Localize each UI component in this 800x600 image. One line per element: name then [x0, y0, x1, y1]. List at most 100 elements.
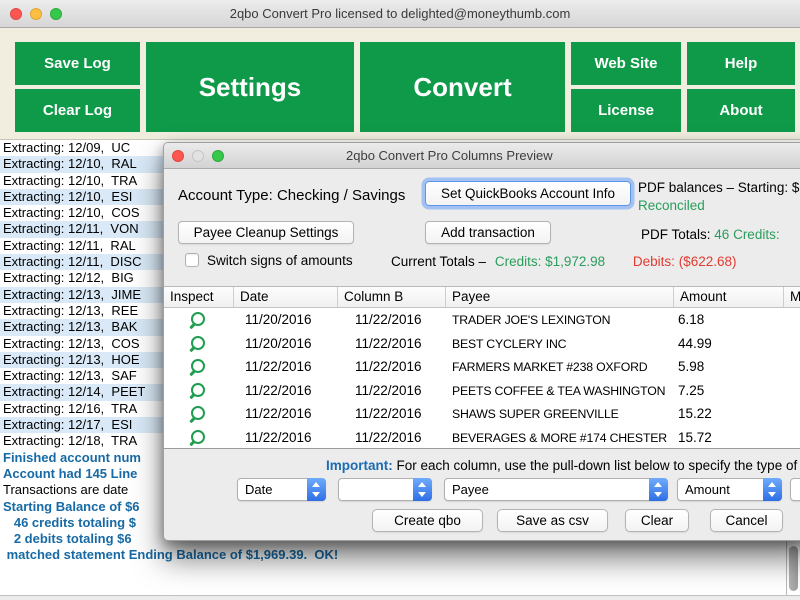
- dropdown-memo[interactable]: [790, 478, 800, 501]
- account-type-label: Account Type: Checking / Savings: [178, 187, 405, 204]
- dropdown-amount[interactable]: Amount: [677, 478, 782, 501]
- important-label: Important:: [326, 458, 393, 473]
- important-text: For each column, use the pull-down list …: [393, 458, 800, 473]
- main-window-titlebar: 2qbo Convert Pro licensed to delighted@m…: [0, 0, 800, 28]
- license-button[interactable]: License: [571, 89, 681, 132]
- cell-date: 11/20/2016: [245, 336, 312, 351]
- clear-log-button[interactable]: Clear Log: [15, 89, 140, 132]
- cell-payee: BEST CYCLERY INC: [452, 337, 566, 351]
- inspect-magnifier-icon[interactable]: [191, 430, 205, 444]
- cell-payee: PEETS COFFEE & TEA WASHINGTON: [452, 384, 665, 398]
- save-as-csv-button[interactable]: Save as csv: [497, 509, 608, 532]
- cell-column-b: 11/22/2016: [355, 336, 422, 351]
- column-header-payee: Payee: [446, 287, 674, 307]
- zoom-icon[interactable]: [212, 150, 224, 162]
- table-row[interactable]: 11/22/2016 11/22/2016 FARMERS MARKET #238 …: [164, 355, 800, 379]
- main-window-title: 2qbo Convert Pro licensed to delighted@m…: [0, 6, 800, 21]
- pdf-balances-label: PDF balances – Starting: $61: [638, 180, 800, 195]
- convert-button[interactable]: Convert: [360, 42, 565, 132]
- add-transaction-button[interactable]: Add transaction: [425, 221, 551, 244]
- transactions-table: InspectDateColumn BPayeeAmountM 11/20/20…: [164, 286, 800, 449]
- cancel-button[interactable]: Cancel: [710, 509, 783, 532]
- cell-payee: TRADER JOE'S LEXINGTON: [452, 313, 610, 327]
- cell-amount: 6.18: [678, 312, 704, 327]
- cell-column-b: 11/22/2016: [355, 383, 422, 398]
- cell-amount: 15.22: [678, 406, 712, 421]
- close-icon[interactable]: [172, 150, 184, 162]
- dropdown-date[interactable]: Date: [237, 478, 326, 501]
- help-button[interactable]: Help: [687, 42, 795, 85]
- cell-date: 11/22/2016: [245, 383, 312, 398]
- cell-amount: 7.25: [678, 383, 704, 398]
- cell-column-b: 11/22/2016: [355, 359, 422, 374]
- web-site-button[interactable]: Web Site: [571, 42, 681, 85]
- table-body: 11/20/2016 11/22/2016 TRADER JOE'S LEXINGT…: [164, 308, 800, 449]
- table-row[interactable]: 11/20/2016 11/22/2016 TRADER JOE'S LEXINGT…: [164, 308, 800, 332]
- cell-payee: SHAWS SUPER GREENVILLE: [452, 407, 619, 421]
- screen: 2qbo Convert Pro licensed to delighted@m…: [0, 0, 800, 600]
- cell-amount: 44.99: [678, 336, 712, 351]
- table-header: InspectDateColumn BPayeeAmountM: [164, 287, 800, 308]
- table-row[interactable]: 11/22/2016 11/22/2016 SHAWS SUPER GREENVIL…: [164, 402, 800, 426]
- cell-column-b: 11/22/2016: [355, 430, 422, 445]
- switch-signs-checkbox[interactable]: [185, 253, 199, 267]
- settings-button[interactable]: Settings: [146, 42, 354, 132]
- cell-payee: BEVERAGES & MORE #174 CHESTER: [452, 431, 667, 445]
- switch-signs-label: Switch signs of amounts: [207, 253, 353, 268]
- table-row[interactable]: 11/22/2016 11/22/2016 BEVERAGES & MORE #17…: [164, 426, 800, 450]
- cell-date: 11/22/2016: [245, 430, 312, 445]
- chevron-up-down-icon: [413, 478, 432, 501]
- column-header-amount: Amount: [674, 287, 784, 307]
- inspect-magnifier-icon[interactable]: [191, 406, 205, 420]
- window-bottom-edge: [0, 595, 800, 600]
- scrollbar-divider: [786, 541, 787, 596]
- set-quickbooks-account-info-button[interactable]: Set QuickBooks Account Info: [425, 181, 631, 206]
- column-header-column-b: Column B: [338, 287, 446, 307]
- inspect-magnifier-icon[interactable]: [191, 383, 205, 397]
- chevron-up-down-icon: [307, 478, 326, 501]
- inspect-magnifier-icon[interactable]: [191, 336, 205, 350]
- pdf-totals-line: PDF Totals: 46 Credits:: [641, 227, 780, 242]
- table-row[interactable]: 11/22/2016 11/22/2016 PEETS COFFEE & TEA W…: [164, 379, 800, 403]
- column-header-date: Date: [234, 287, 338, 307]
- cell-date: 11/20/2016: [245, 312, 312, 327]
- scrollbar-thumb[interactable]: [789, 546, 798, 591]
- cell-date: 11/22/2016: [245, 359, 312, 374]
- pdf-totals-label: PDF Totals:: [641, 227, 711, 242]
- columns-preview-window: 2qbo Convert Pro Columns Preview Account…: [163, 142, 800, 541]
- cell-amount: 15.72: [678, 430, 712, 445]
- clear-button[interactable]: Clear: [625, 509, 689, 532]
- save-log-button[interactable]: Save Log: [15, 42, 140, 85]
- dropdown-selected-value: Date: [245, 482, 272, 497]
- chevron-up-down-icon: [763, 478, 782, 501]
- minimize-icon: [192, 150, 204, 162]
- toolbar: Save Log Clear Log Settings Convert Web …: [0, 28, 800, 140]
- inspect-magnifier-icon[interactable]: [191, 359, 205, 373]
- column-header-m: M: [784, 287, 800, 307]
- inspect-magnifier-icon[interactable]: [191, 312, 205, 326]
- cell-amount: 5.98: [678, 359, 704, 374]
- log-summary-line: matched statement Ending Balance of $1,9…: [0, 547, 800, 563]
- dropdown-selected-value: Amount: [685, 482, 730, 497]
- pdf-totals-credits: 46 Credits:: [714, 227, 779, 242]
- reconciled-label: Reconciled: [638, 198, 705, 213]
- preview-window-title: 2qbo Convert Pro Columns Preview: [346, 148, 553, 163]
- dropdown-column-b[interactable]: [338, 478, 432, 501]
- preview-titlebar: 2qbo Convert Pro Columns Preview: [164, 143, 800, 169]
- cell-date: 11/22/2016: [245, 406, 312, 421]
- current-totals-label: Current Totals –: [391, 254, 486, 269]
- table-row[interactable]: 11/20/2016 11/22/2016 BEST CYCLERY INC 44.9…: [164, 332, 800, 356]
- current-credits-value: Credits: $1,972.98: [495, 254, 605, 269]
- column-header-inspect: Inspect: [164, 287, 234, 307]
- dropdown-payee[interactable]: Payee: [444, 478, 668, 501]
- cell-payee: FARMERS MARKET #238 OXFORD: [452, 360, 647, 374]
- current-totals-line: Current Totals – Credits: $1,972.98 Debi…: [391, 254, 736, 269]
- cell-column-b: 11/22/2016: [355, 312, 422, 327]
- dropdown-selected-value: Payee: [452, 482, 489, 497]
- cell-column-b: 11/22/2016: [355, 406, 422, 421]
- payee-cleanup-settings-button[interactable]: Payee Cleanup Settings: [178, 221, 354, 244]
- about-button[interactable]: About: [687, 89, 795, 132]
- chevron-up-down-icon: [649, 478, 668, 501]
- important-note: Important: For each column, use the pull…: [326, 458, 800, 473]
- create-qbo-button[interactable]: Create qbo: [372, 509, 483, 532]
